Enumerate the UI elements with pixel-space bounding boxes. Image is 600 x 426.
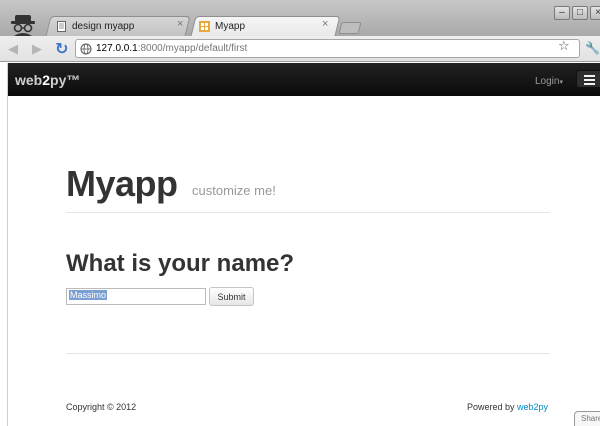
address-bar[interactable]: 127.0.0.1:8000/myapp/default/first	[75, 39, 580, 58]
window-left-edge	[0, 63, 8, 426]
browser-titlebar: design myapp × Myapp × – □ ×	[0, 0, 600, 36]
close-tab-icon[interactable]: ×	[322, 18, 328, 30]
url-host: 127.0.0.1	[96, 43, 138, 54]
name-input[interactable]: Massimo	[66, 288, 206, 305]
share-button[interactable]: Share	[574, 411, 600, 426]
tab-label: Myapp	[215, 20, 246, 32]
page-subtitle: customize me!	[192, 183, 276, 198]
document-icon	[57, 20, 66, 32]
web2py-link[interactable]: web2py	[517, 402, 548, 412]
reload-icon[interactable]: ↻	[55, 39, 68, 59]
browser-toolbar: ◀ ▶ ↻ 127.0.0.1:8000/myapp/default/first…	[0, 36, 600, 62]
caret-down-icon: ▾	[559, 79, 563, 86]
copyright-text: Copyright © 2012	[66, 402, 137, 412]
star-icon[interactable]: ☆	[558, 38, 570, 54]
forward-icon[interactable]: ▶	[32, 41, 42, 57]
new-tab-button[interactable]	[338, 22, 362, 34]
web2py-favicon-icon	[199, 20, 210, 32]
submit-button[interactable]: Submit	[209, 287, 254, 306]
powered-by: Powered by web2py	[467, 402, 549, 412]
incognito-icon	[11, 15, 35, 36]
close-window-button[interactable]: ×	[590, 6, 600, 20]
tab-label: design myapp	[72, 20, 135, 32]
maximize-button[interactable]: □	[572, 6, 588, 20]
brand-logo[interactable]: web2py™	[15, 72, 80, 88]
minimize-button[interactable]: –	[554, 6, 570, 20]
login-dropdown[interactable]: Login▾	[535, 76, 563, 87]
page-viewport: web2py™ Login▾ Myapp customize me! What …	[0, 63, 600, 426]
site-navbar: web2py™ Login▾	[8, 63, 600, 96]
back-icon[interactable]: ◀	[8, 41, 18, 57]
globe-icon	[80, 43, 92, 55]
wrench-icon[interactable]: 🔧	[585, 41, 600, 55]
divider	[66, 212, 550, 213]
menu-icon[interactable]	[576, 70, 600, 88]
divider	[66, 353, 550, 354]
url-path: :8000/myapp/default/first	[137, 43, 248, 54]
form-heading: What is your name?	[66, 250, 295, 277]
page-title: Myapp	[66, 163, 178, 204]
close-tab-icon[interactable]: ×	[177, 18, 183, 30]
